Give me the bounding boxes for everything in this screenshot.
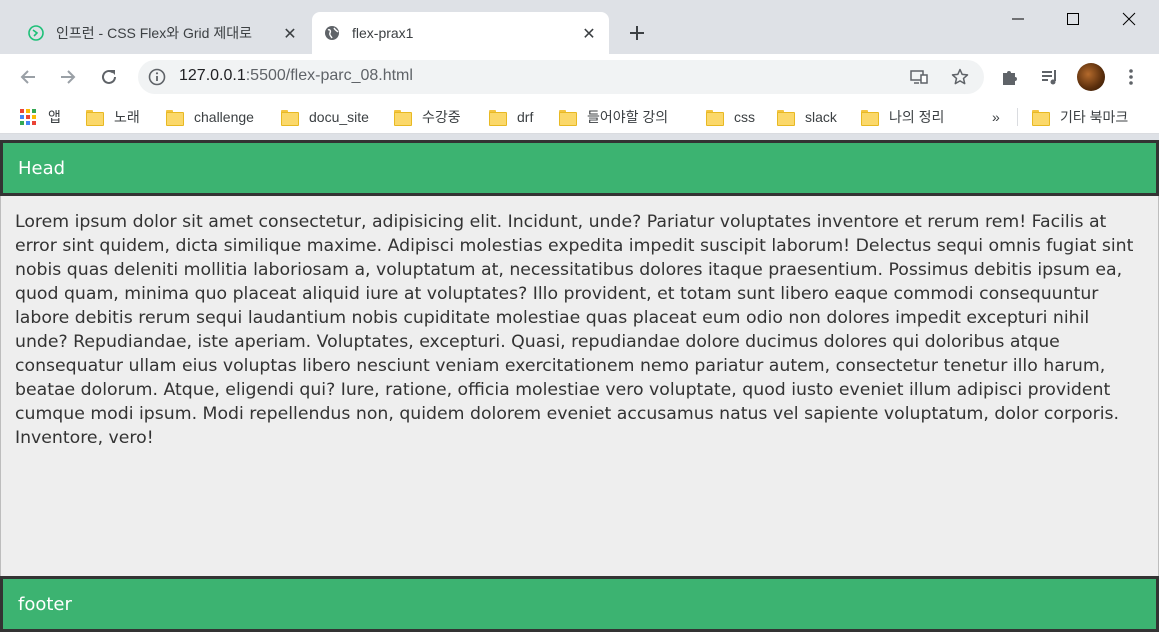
cast-device-icon[interactable] xyxy=(910,68,928,86)
bookmark-folder[interactable]: docu_site xyxy=(281,106,369,128)
bookmark-label: 앱 xyxy=(48,109,61,125)
bookmark-label: 나의 정리 xyxy=(889,109,945,125)
inflearn-favicon-icon xyxy=(28,25,44,41)
bookmarks-overflow-button[interactable]: » xyxy=(992,106,1000,128)
page-header: Head xyxy=(0,140,1159,196)
address-bar[interactable]: 127.0.0.1:5500/flex-parc_08.html xyxy=(138,60,984,94)
menu-kebab-icon[interactable] xyxy=(1121,67,1141,87)
bookmark-label: 기타 북마크 xyxy=(1060,109,1129,125)
page-footer: footer xyxy=(0,576,1159,632)
bookmark-apps[interactable]: 앱 xyxy=(20,106,61,128)
bookmarks-separator xyxy=(1017,108,1018,126)
bookmark-label: 수강중 xyxy=(422,109,461,125)
tab-inflearn[interactable]: 인프런 - CSS Flex와 Grid 제대로 ✕ xyxy=(16,12,310,54)
bookmark-folder[interactable]: 수강중 xyxy=(394,106,461,128)
bookmark-label: challenge xyxy=(194,109,254,125)
page-viewport: Head Lorem ipsum dolor sit amet consecte… xyxy=(0,140,1159,632)
apps-grid-icon xyxy=(20,109,36,125)
bookmark-label: 들어야할 강의 xyxy=(587,109,669,125)
overflow-chevron-icon: » xyxy=(992,109,1000,125)
back-button[interactable] xyxy=(13,62,43,92)
bookmark-folder[interactable]: css xyxy=(706,106,755,128)
bookmark-folder[interactable]: 노래 xyxy=(86,106,140,128)
folder-icon xyxy=(281,110,299,126)
new-tab-button[interactable] xyxy=(624,20,650,46)
maximize-button[interactable] xyxy=(1045,0,1101,38)
folder-icon xyxy=(489,110,507,126)
other-bookmarks-folder[interactable]: 기타 북마크 xyxy=(1032,106,1128,128)
folder-icon xyxy=(86,110,104,126)
header-text: Head xyxy=(18,157,66,179)
bookmark-label: css xyxy=(734,109,755,125)
minimize-button[interactable] xyxy=(990,0,1046,38)
media-playlist-icon[interactable] xyxy=(1040,67,1060,87)
folder-icon xyxy=(706,110,724,126)
url-host: 127.0.0.1 xyxy=(179,67,246,84)
bookmark-folder[interactable]: drf xyxy=(489,106,533,128)
bookmark-folder[interactable]: challenge xyxy=(166,106,254,128)
close-icon xyxy=(1122,12,1136,26)
browser-toolbar: 127.0.0.1:5500/flex-parc_08.html xyxy=(0,54,1159,100)
extensions-puzzle-icon[interactable] xyxy=(1000,67,1020,87)
minimize-icon xyxy=(1012,18,1024,20)
bookmark-folder[interactable]: slack xyxy=(777,106,837,128)
plus-icon xyxy=(630,26,644,40)
close-tab-icon[interactable]: ✕ xyxy=(280,23,300,43)
footer-text: footer xyxy=(18,593,72,615)
folder-icon xyxy=(861,110,879,126)
close-tab-icon[interactable]: ✕ xyxy=(579,23,599,43)
forward-arrow-icon xyxy=(61,70,76,84)
reload-button[interactable] xyxy=(94,62,124,92)
folder-icon xyxy=(394,110,412,126)
url-text: 127.0.0.1:5500/flex-parc_08.html xyxy=(179,67,413,85)
profile-avatar[interactable] xyxy=(1077,63,1105,91)
tab-title: 인프런 - CSS Flex와 Grid 제대로 xyxy=(56,25,252,41)
back-arrow-icon xyxy=(20,70,35,84)
folder-icon xyxy=(777,110,795,126)
maximize-icon xyxy=(1067,13,1079,25)
info-icon[interactable] xyxy=(148,68,166,86)
bookmark-folder[interactable]: 들어야할 강의 xyxy=(559,106,668,128)
tab-title: flex-prax1 xyxy=(352,25,414,41)
folder-icon xyxy=(1032,110,1050,126)
close-window-button[interactable] xyxy=(1101,0,1157,38)
lorem-paragraph: Lorem ipsum dolor sit amet consectetur, … xyxy=(15,212,1134,448)
bookmarks-bar: 앱 노래 challenge docu_site 수강중 drf 들어야할 강의… xyxy=(0,100,1159,134)
star-bookmark-icon[interactable] xyxy=(951,68,969,86)
bookmark-label: 노래 xyxy=(114,109,140,125)
globe-icon xyxy=(325,26,339,40)
bookmark-label: drf xyxy=(517,109,534,125)
bookmark-label: slack xyxy=(805,109,837,125)
tab-strip: 인프런 - CSS Flex와 Grid 제대로 ✕ flex-prax1 ✕ xyxy=(0,0,1159,54)
main-content: Lorem ipsum dolor sit amet consectetur, … xyxy=(0,196,1159,576)
folder-icon xyxy=(166,110,184,126)
bookmark-folder[interactable]: 나의 정리 xyxy=(861,106,944,128)
url-path: :5500/flex-parc_08.html xyxy=(245,67,413,84)
folder-icon xyxy=(559,110,577,126)
tab-flex-prax1[interactable]: flex-prax1 ✕ xyxy=(312,12,609,54)
reload-icon xyxy=(102,69,116,84)
bookmark-label: docu_site xyxy=(309,109,369,125)
forward-button[interactable] xyxy=(53,62,83,92)
